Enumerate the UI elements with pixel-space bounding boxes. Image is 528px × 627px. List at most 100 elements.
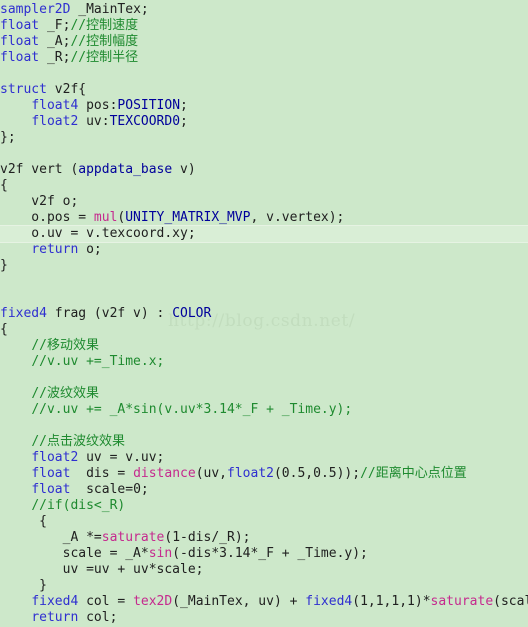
code-line[interactable]: o.uv = v.texcoord.xy; [0,226,528,242]
code-line[interactable]: scale = _A*sin(-dis*3.14*_F + _Time.y); [0,546,528,562]
code-line[interactable]: return o; [0,242,528,258]
code-line[interactable]: { [0,514,528,530]
code-line[interactable]: sampler2D _MainTex; [0,2,528,18]
code-line[interactable]: //v.uv +=_Time.x; [0,354,528,370]
code-token-pln: frag (v2f v) : [46,306,173,321]
code-token-pln [0,242,31,257]
code-line[interactable]: }; [0,130,528,146]
code-line[interactable] [0,274,528,290]
code-line[interactable]: //点击波纹效果 [0,434,528,450]
code-token-pln: (scale)*100; [493,594,528,609]
code-line[interactable]: float4 pos:POSITION; [0,98,528,114]
code-token-cmt: //控制幅度 [70,34,139,49]
code-line[interactable]: //v.uv += _A*sin(v.uv*3.14*_F + _Time.y)… [0,402,528,418]
code-token-kw: struct [0,82,47,97]
code-line[interactable]: _A *=saturate(1-dis/_R); [0,530,528,546]
code-line[interactable] [0,370,528,386]
code-token-cmt: //点击波纹效果 [31,434,125,449]
code-token-cmt: //控制半径 [70,50,139,65]
code-token-cmt: //if(dis<_R) [31,498,126,513]
code-token-pln: o.uv = v.texcoord.xy; [0,226,196,241]
code-token-kw: return [31,610,79,625]
code-line[interactable]: //波纹效果 [0,386,528,402]
code-line[interactable]: o.pos = mul(UNITY_MATRIX_MVP, v.vertex); [0,210,528,226]
code-token-pln [0,338,31,353]
code-line[interactable]: struct v2f{ [0,82,528,98]
code-token-pln: col = [78,594,134,609]
code-line[interactable]: float2 uv = v.uv; [0,450,528,466]
code-token-pln: ; [180,98,188,113]
code-token-kw: float [0,50,40,65]
code-line[interactable]: { [0,322,528,338]
code-token-type: TEXCOORD0 [109,114,181,129]
code-token-kw: float [31,466,71,481]
code-token-pln: }; [0,130,16,145]
code-line[interactable]: float _F;//控制速度 [0,18,528,34]
code-token-pln: col; [78,610,118,625]
code-token-kw: float [0,18,40,33]
code-line[interactable]: float _R;//控制半径 [0,50,528,66]
code-token-kw: float [0,34,40,49]
code-token-pln: scale=0; [70,482,149,497]
code-token-fn: saturate [430,594,494,609]
code-line[interactable]: return col; [0,610,528,626]
code-token-kw: fixed4 [0,306,47,321]
code-token-kw: float2 [31,114,79,129]
code-token-pln: _A *= [0,530,102,545]
code-token-pln [0,610,31,625]
code-token-pln: (_MainTex, uv) + [172,594,306,609]
code-line[interactable]: uv =uv + uv*scale; [0,562,528,578]
code-token-kw: float [31,482,71,497]
code-line[interactable]: fixed4 col = tex2D(_MainTex, uv) + fixed… [0,594,528,610]
code-line[interactable]: v2f vert (appdata_base v) [0,162,528,178]
code-token-cmt: //控制速度 [70,18,139,33]
code-line[interactable] [0,66,528,82]
code-line[interactable] [0,146,528,162]
code-token-cmt: //移动效果 [31,338,99,353]
code-token-kw: return [31,242,79,257]
code-token-pln: ; [180,114,188,129]
code-token-pln [0,354,31,369]
code-token-pln: uv: [78,114,110,129]
code-token-pln: _F; [39,18,71,33]
code-line[interactable]: v2f o; [0,194,528,210]
code-token-pln: } [0,578,47,593]
code-token-pln: o.pos = [0,210,94,225]
code-token-pln: (1,1,1,1)* [352,594,431,609]
code-token-pln: v2f{ [46,82,87,97]
code-line[interactable]: //移动效果 [0,338,528,354]
code-line[interactable]: float _A;//控制幅度 [0,34,528,50]
code-token-pln: (1-dis/_R); [164,530,251,545]
code-token-kw: fixed4 [31,594,79,609]
code-token-pln [0,498,31,513]
code-line[interactable]: //if(dis<_R) [0,498,528,514]
code-token-pln: } [0,258,8,273]
code-token-kw: float4 [31,98,79,113]
code-token-pln [0,434,31,449]
code-line[interactable]: float2 uv:TEXCOORD0; [0,114,528,130]
code-token-fn: saturate [101,530,165,545]
code-line[interactable]: } [0,578,528,594]
code-token-kw: sampler2D [0,2,71,17]
code-line[interactable]: float dis = distance(uv,float2(0.5,0.5))… [0,466,528,482]
code-token-pln: (0.5,0.5)); [273,466,361,481]
code-line-list: sampler2D _MainTex; float _F;//控制速度 float … [0,0,528,627]
code-line[interactable] [0,290,528,306]
code-viewer[interactable]: http://blog.csdn.net/ sampler2D _MainTex… [0,0,528,627]
code-line[interactable]: fixed4 frag (v2f v) : COLOR [0,306,528,322]
code-line[interactable]: float scale=0; [0,482,528,498]
code-token-pln: { [0,178,8,193]
code-line[interactable]: { [0,178,528,194]
code-token-pln [0,402,31,417]
code-token-pln: scale = _A* [0,546,149,561]
code-line[interactable] [0,418,528,434]
code-line[interactable]: } [0,258,528,274]
code-token-pln: (-dis*3.14*_F + _Time.y); [172,546,368,561]
code-token-pln [0,386,31,401]
code-token-pln: { [0,514,47,529]
code-token-pln [0,450,31,465]
code-token-pln: pos: [78,98,118,113]
code-token-pln [0,594,31,609]
code-token-pln: uv =uv + uv*scale; [0,562,204,577]
code-token-cmt: //v.uv +=_Time.x; [31,354,165,369]
